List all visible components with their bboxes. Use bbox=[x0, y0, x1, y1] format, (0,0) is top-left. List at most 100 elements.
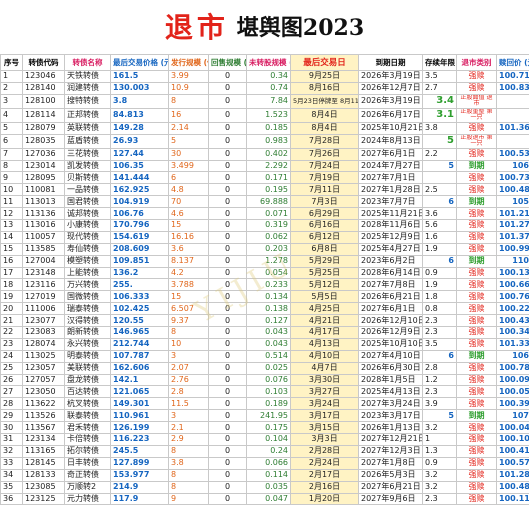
cell-years: 5 bbox=[423, 134, 457, 148]
header-unsold: 回售规模 (亿元) bbox=[209, 55, 247, 71]
cell-remaining: 69.888 bbox=[247, 196, 291, 208]
cell-years: 6 bbox=[423, 255, 457, 267]
cell-category: 强赎 bbox=[457, 469, 497, 481]
cell-idx: 13 bbox=[1, 220, 23, 232]
cell-price: 102.425 bbox=[111, 303, 169, 315]
cell-unsold: 0 bbox=[209, 196, 247, 208]
cell-code: 123057 bbox=[23, 362, 65, 374]
cell-last-trade: 2月28日 bbox=[291, 445, 359, 457]
cell-years: 5 bbox=[423, 410, 457, 422]
cell-issue: 8 bbox=[169, 445, 209, 457]
cell-due: 2026年6月17日 bbox=[359, 108, 423, 122]
maturity-label: 到期 bbox=[469, 351, 485, 360]
cell-years: 3.5 bbox=[423, 338, 457, 350]
cell-redeem: 100.11 bbox=[497, 493, 529, 505]
cell-category: 强赎 bbox=[457, 148, 497, 160]
cell-name: 盘龙转债 bbox=[65, 374, 111, 386]
cell-issue: 3.788 bbox=[169, 279, 209, 291]
cell-issue: 3.499 bbox=[169, 160, 209, 172]
table-row: 5128079英联转债149.282.1400.1858月4日2025年10月2… bbox=[1, 122, 529, 134]
cell-price: 109.851 bbox=[111, 255, 169, 267]
cell-name: 贝斯转债 bbox=[65, 172, 111, 184]
cell-name: 一品转债 bbox=[65, 184, 111, 196]
cell-remaining: 0.043 bbox=[247, 327, 291, 339]
cell-remaining: 0.195 bbox=[247, 184, 291, 196]
cell-unsold: 0 bbox=[209, 434, 247, 446]
cell-redeem: 100.34 bbox=[497, 327, 529, 339]
cell-last-trade: 7月19日 bbox=[291, 172, 359, 184]
cell-due: 2025年10月21日 bbox=[359, 122, 423, 134]
cell-unsold: 0 bbox=[209, 374, 247, 386]
cell-idx: 28 bbox=[1, 398, 23, 410]
cell-price: 136.2 bbox=[111, 267, 169, 279]
cell-code: 113016 bbox=[23, 220, 65, 232]
table-row: 19127019国微转债106.3331500.1345月5日2026年6月21… bbox=[1, 291, 529, 303]
cell-issue: 30 bbox=[169, 148, 209, 160]
cell-last-trade: 5月23日停牌至 8月11日摘牌 bbox=[291, 94, 359, 108]
cell-unsold: 0 bbox=[209, 82, 247, 94]
cell-idx: 14 bbox=[1, 231, 23, 243]
cell-due: 2023年6月2日 bbox=[359, 255, 423, 267]
cell-unsold: 0 bbox=[209, 243, 247, 255]
cell-price: 110.961 bbox=[111, 410, 169, 422]
table-row: 16127004模塑转债109.8518.13701.2785月29日2023年… bbox=[1, 255, 529, 267]
cell-years: 1.3 bbox=[423, 445, 457, 457]
cell-redeem: 100.399 bbox=[497, 398, 529, 410]
table-row: 13113016小康转债170.7961500.3196月16日2028年11月… bbox=[1, 220, 529, 232]
cell-category: 强赎 bbox=[457, 267, 497, 279]
cell-category: 到期 bbox=[457, 255, 497, 267]
table-row: 8123014凯发转债106.353.49902.2927月24日2024年7月… bbox=[1, 160, 529, 172]
cell-redeem: 100.225 bbox=[497, 303, 529, 315]
cell-redeem: 106 bbox=[497, 160, 529, 172]
cell-remaining: 0.043 bbox=[247, 338, 291, 350]
cell-remaining: 0.74 bbox=[247, 82, 291, 94]
cell-idx: 25 bbox=[1, 362, 23, 374]
cell-price: 126.199 bbox=[111, 422, 169, 434]
maturity-label: 到期 bbox=[469, 161, 485, 170]
cell-category: 强赎 bbox=[457, 374, 497, 386]
cell-price: 104.919 bbox=[111, 196, 169, 208]
cell-name: 日丰转债 bbox=[65, 457, 111, 469]
header-name: 转债名称 bbox=[65, 55, 111, 71]
cell-years: 3.6 bbox=[423, 208, 457, 220]
cell-remaining: 0.104 bbox=[247, 434, 291, 446]
cell-last-trade: 4月7日 bbox=[291, 362, 359, 374]
cell-category: 强赎 bbox=[457, 481, 497, 493]
cell-name: 拓尔转债 bbox=[65, 445, 111, 457]
cell-unsold: 0 bbox=[209, 338, 247, 350]
cell-name: 永兴转债 bbox=[65, 338, 111, 350]
cell-code: 123083 bbox=[23, 327, 65, 339]
cell-name: 国微转债 bbox=[65, 291, 111, 303]
cell-due: 2027年6月21日 bbox=[359, 481, 423, 493]
remaining-years-tag: 5 bbox=[447, 135, 454, 146]
table-row: 20111006瑞泰转债102.4256.50700.1384月25日2027年… bbox=[1, 303, 529, 315]
cell-price: 142.1 bbox=[111, 374, 169, 386]
cell-code: 113136 bbox=[23, 208, 65, 220]
cell-code: 123148 bbox=[23, 267, 65, 279]
cell-unsold: 0 bbox=[209, 422, 247, 434]
cell-years: 5 bbox=[423, 160, 457, 172]
cell-due: 2025年4月13日 bbox=[359, 386, 423, 398]
cell-last-trade: 3月15日 bbox=[291, 422, 359, 434]
cell-idx: 33 bbox=[1, 457, 23, 469]
cell-code: 110081 bbox=[23, 184, 65, 196]
cell-issue: 15 bbox=[169, 220, 209, 232]
cell-redeem bbox=[497, 134, 529, 148]
cell-unsold: 0 bbox=[209, 469, 247, 481]
maturity-position-number: 5 bbox=[448, 411, 454, 420]
cell-category: 正股面值 退市 bbox=[457, 94, 497, 108]
cell-name: 明泰转债 bbox=[65, 350, 111, 362]
table-row: 35123085万顺转2214.9800.0352月16日2027年6月21日3… bbox=[1, 481, 529, 493]
cell-years: 2.3 bbox=[423, 386, 457, 398]
cell-name: 润建转债 bbox=[65, 82, 111, 94]
cell-category: 强赎 bbox=[457, 386, 497, 398]
cell-remaining: 0.127 bbox=[247, 315, 291, 327]
cell-redeem: 100.048 bbox=[497, 422, 529, 434]
cell-due: 2026年12月7日 bbox=[359, 82, 423, 94]
cell-category: 强赎 bbox=[457, 445, 497, 457]
cell-last-trade: 4月25日 bbox=[291, 303, 359, 315]
maturity-redeem-value: 110 bbox=[512, 256, 529, 265]
cell-remaining: 0.114 bbox=[247, 469, 291, 481]
cell-category: 强赎 bbox=[457, 291, 497, 303]
cell-code: 128114 bbox=[23, 108, 65, 122]
